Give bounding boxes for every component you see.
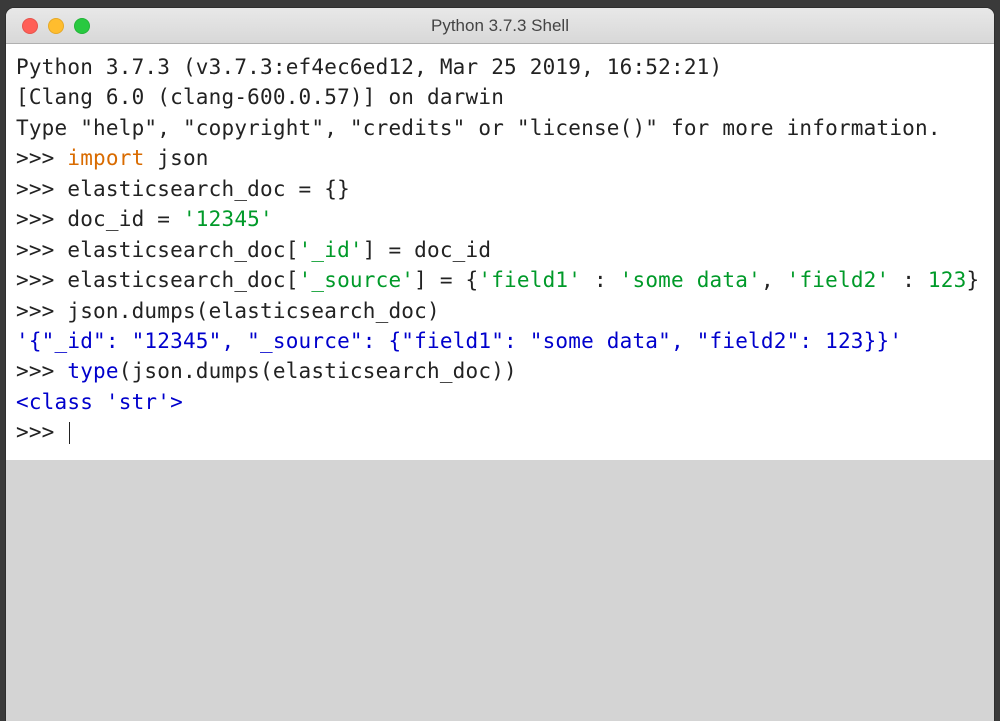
code: doc_id = [67, 207, 183, 231]
banner-line-2: [Clang 6.0 (clang-600.0.57)] on darwin [16, 85, 504, 109]
number-literal: 123 [928, 268, 967, 292]
string-literal: '12345' [183, 207, 273, 231]
keyword-import: import [67, 146, 144, 170]
code: : [889, 268, 928, 292]
shell-content[interactable]: Python 3.7.3 (v3.7.3:ef4ec6ed12, Mar 25 … [6, 44, 994, 460]
code: elasticsearch_doc[ [67, 238, 298, 262]
prompt: >>> [16, 359, 67, 383]
code: json [144, 146, 208, 170]
minimize-icon[interactable] [48, 18, 64, 34]
idle-window: Python 3.7.3 Shell Python 3.7.3 (v3.7.3:… [6, 8, 994, 721]
prompt: >>> [16, 146, 67, 170]
cursor-icon [69, 422, 70, 444]
code: elasticsearch_doc = {} [67, 177, 350, 201]
prompt: >>> [16, 207, 67, 231]
output: '{"_id": "12345", "_source": {"field1": … [16, 329, 902, 353]
code: } [966, 268, 979, 292]
prompt: >>> [16, 299, 67, 323]
empty-area [6, 460, 994, 721]
code: ] = doc_id [363, 238, 491, 262]
traffic-lights [6, 18, 90, 34]
code: : [581, 268, 620, 292]
builtin-type: type [67, 359, 118, 383]
code: elasticsearch_doc[ [67, 268, 298, 292]
code: , [761, 268, 787, 292]
banner-line-1: Python 3.7.3 (v3.7.3:ef4ec6ed12, Mar 25 … [16, 55, 735, 79]
titlebar: Python 3.7.3 Shell [6, 8, 994, 44]
string-literal: 'some data' [620, 268, 761, 292]
string-literal: '_source' [299, 268, 415, 292]
prompt: >>> [16, 238, 67, 262]
code: json.dumps(elasticsearch_doc) [67, 299, 439, 323]
string-literal: 'field1' [478, 268, 581, 292]
prompt: >>> [16, 268, 67, 292]
code: ] = { [414, 268, 478, 292]
string-literal: 'field2' [787, 268, 890, 292]
banner-line-3: Type "help", "copyright", "credits" or "… [16, 116, 941, 140]
close-icon[interactable] [22, 18, 38, 34]
string-literal: '_id' [299, 238, 363, 262]
window-title: Python 3.7.3 Shell [6, 16, 994, 36]
code: (json.dumps(elasticsearch_doc)) [119, 359, 517, 383]
prompt: >>> [16, 420, 67, 444]
output: <class 'str'> [16, 390, 183, 414]
prompt: >>> [16, 177, 67, 201]
zoom-icon[interactable] [74, 18, 90, 34]
